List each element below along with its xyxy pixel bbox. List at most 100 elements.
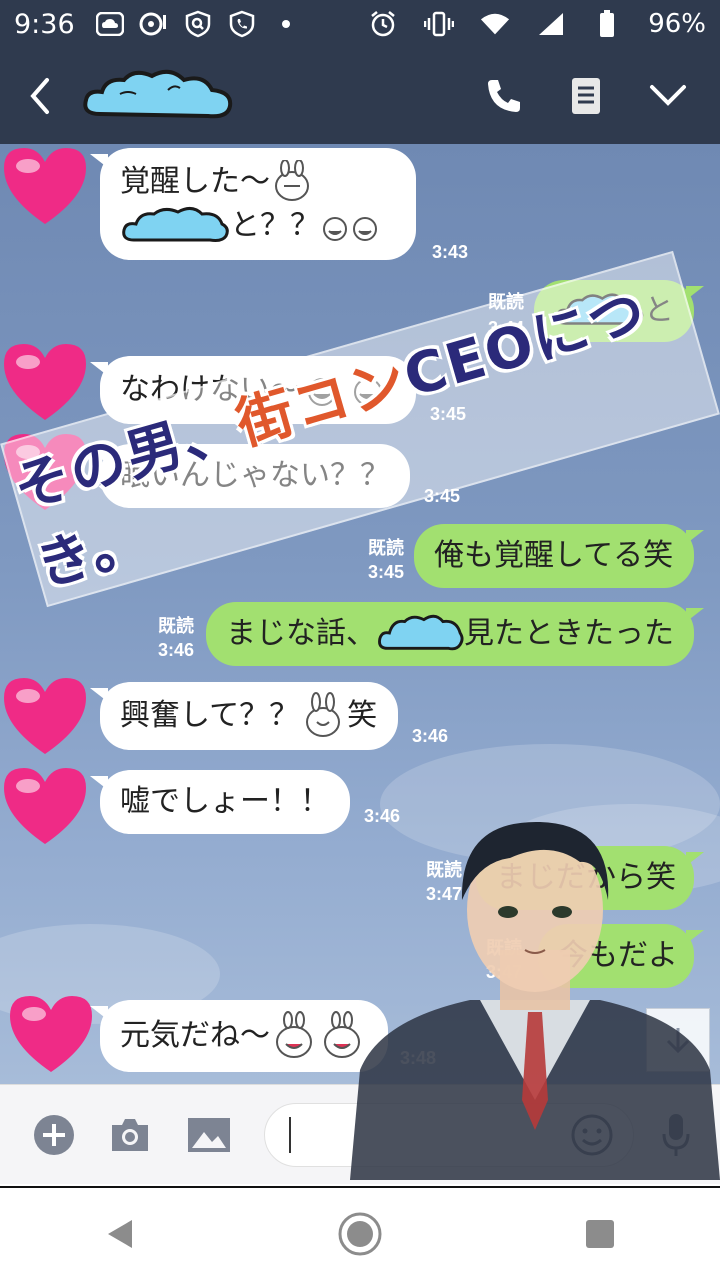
camera-icon xyxy=(112,1119,148,1151)
emoji-button[interactable] xyxy=(570,1113,614,1157)
message-text: 見たときたった xyxy=(464,616,674,651)
menu-button[interactable] xyxy=(644,72,692,120)
chevron-down-icon xyxy=(650,85,686,106)
read-receipt: 既読 xyxy=(158,616,194,636)
message-text: 興奮して？？ xyxy=(120,698,300,733)
message-text: まじな話、 xyxy=(226,616,376,651)
message-time: 3:46 xyxy=(157,640,194,660)
system-nav-bar xyxy=(0,1186,720,1280)
back-button[interactable] xyxy=(0,48,80,144)
message-text: 嘘でしょー！！ xyxy=(120,784,330,819)
contact-name-censored[interactable] xyxy=(80,64,240,128)
call-button[interactable] xyxy=(480,72,528,120)
text-caret xyxy=(289,1117,291,1153)
camera-button[interactable] xyxy=(108,1113,152,1157)
censor-cloud-icon xyxy=(378,614,464,651)
message-bubble-incoming[interactable]: 嘘でしょー！！ xyxy=(90,770,350,834)
bunny-sticker-icon xyxy=(276,1011,360,1058)
message-time: 3:46 xyxy=(412,726,449,746)
plus-icon xyxy=(34,1115,74,1155)
censor-cloud-icon xyxy=(122,207,229,242)
heart-avatar[interactable] xyxy=(0,340,90,424)
heart-avatar[interactable] xyxy=(6,992,96,1076)
wifi-icon xyxy=(480,11,510,37)
input-bar xyxy=(0,1084,720,1184)
message-bubble-outgoing[interactable]: と xyxy=(534,280,704,342)
alarm-icon xyxy=(368,11,398,37)
heart-avatar[interactable] xyxy=(0,764,90,848)
status-bar: 9:36 96% xyxy=(0,0,720,48)
nav-recents-button[interactable] xyxy=(570,1204,630,1264)
battery-icon xyxy=(592,10,622,37)
dot-icon xyxy=(271,11,301,37)
laughing-sticker-icon xyxy=(308,378,382,406)
message-bubble-incoming[interactable]: 興奮して？？ 笑 xyxy=(90,682,398,750)
message-text: 眠いんじゃない？？ xyxy=(120,458,390,493)
read-receipt: 既読 xyxy=(368,538,404,558)
message-time: 3:45 xyxy=(424,486,461,506)
message-bubble-outgoing[interactable]: 俺も覚醒してる笑 xyxy=(414,524,704,588)
laughing-sticker-icon xyxy=(323,217,377,241)
heart-avatar[interactable] xyxy=(0,144,90,228)
bunny-sticker-icon xyxy=(306,692,341,737)
heart-avatar[interactable] xyxy=(0,674,90,758)
message-time: 3:46 xyxy=(364,806,401,826)
signal-icon xyxy=(536,11,566,37)
heart-avatar[interactable] xyxy=(0,430,90,514)
message-time: 3:45 xyxy=(430,404,467,424)
square-recents-icon xyxy=(586,1220,614,1248)
message-bubble-incoming[interactable]: 眠いんじゃない？？ xyxy=(90,444,410,508)
emoji-icon xyxy=(571,1114,613,1156)
read-receipt: 既読 xyxy=(488,292,524,312)
arrow-down-icon xyxy=(666,1028,690,1054)
triangle-back-icon xyxy=(108,1220,132,1248)
chat-area[interactable]: 覚醒した〜 と？？ 3:43 既読 3:44 と なわけない〜 3:45 眠いん… xyxy=(0,144,720,1084)
message-bubble-incoming[interactable]: なわけない〜 xyxy=(90,356,416,424)
message-text: と xyxy=(644,293,674,328)
message-bubble-incoming[interactable]: 覚醒した〜 と？？ xyxy=(90,148,416,260)
phone-icon xyxy=(488,80,520,112)
home-circle-icon xyxy=(338,1212,382,1256)
scroll-to-bottom-button[interactable] xyxy=(646,1008,710,1072)
censor-cloud-icon xyxy=(555,293,644,326)
message-text: 笑 xyxy=(347,698,378,733)
mic-icon xyxy=(662,1114,690,1156)
shield-search-icon xyxy=(183,10,213,38)
back-icon xyxy=(30,78,49,114)
read-receipt: 既読 xyxy=(486,938,522,958)
vibrate-icon xyxy=(424,11,455,37)
message-text: まじだから笑 xyxy=(496,860,676,895)
message-time: 3:43 xyxy=(432,242,469,262)
message-text: 覚醒した〜 xyxy=(120,164,270,199)
message-text: と？？ xyxy=(230,208,320,243)
bunny-sticker-icon xyxy=(275,160,309,201)
message-bubble-outgoing[interactable]: まじだから笑 xyxy=(476,846,704,910)
message-text: 今もだよ xyxy=(558,938,678,973)
notes-button[interactable] xyxy=(562,72,610,120)
status-time: 9:36 xyxy=(14,8,75,40)
message-bubble-outgoing[interactable]: まじな話、 見たときたった xyxy=(206,602,704,666)
image-icon xyxy=(188,1118,230,1152)
add-button[interactable] xyxy=(32,1113,76,1157)
battery-level: 96% xyxy=(648,9,706,39)
message-text: 元気だね〜 xyxy=(120,1018,270,1053)
message-bubble-incoming[interactable]: 元気だね〜 xyxy=(90,1000,388,1072)
nav-home-button[interactable] xyxy=(330,1204,390,1264)
notes-icon xyxy=(572,78,600,114)
music-notification-icon xyxy=(139,11,169,37)
image-button[interactable] xyxy=(184,1113,234,1157)
message-time: 3:45 xyxy=(367,562,404,582)
read-receipt: 既読 xyxy=(426,860,462,880)
message-bubble-outgoing[interactable]: 今もだよ xyxy=(538,924,704,988)
message-text: 俺も覚醒してる笑 xyxy=(434,538,674,573)
nav-back-button[interactable] xyxy=(90,1204,150,1264)
message-text: なわけない〜 xyxy=(120,372,300,407)
cloud-notification-icon xyxy=(95,11,125,37)
shield-phone-icon xyxy=(227,10,257,38)
message-time: 3:48 xyxy=(400,1048,437,1068)
message-time: 3:44 xyxy=(487,318,524,338)
message-time: 3:47 xyxy=(425,884,462,904)
voice-button[interactable] xyxy=(654,1113,698,1157)
chat-header xyxy=(0,48,720,144)
message-time: 3:47 xyxy=(485,962,522,982)
